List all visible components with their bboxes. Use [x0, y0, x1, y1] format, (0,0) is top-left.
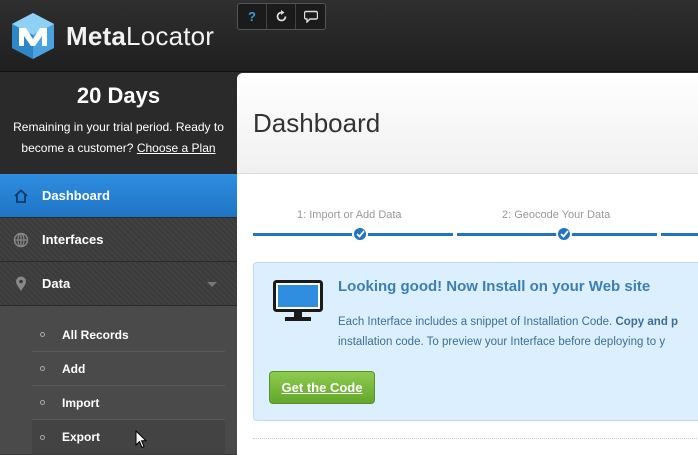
get-the-code-button[interactable]: Get the Code	[269, 371, 375, 404]
sidebar-item-label: Data	[42, 276, 71, 291]
sidebar-item-label: Interfaces	[42, 232, 104, 247]
toolbar: ?	[237, 3, 326, 30]
metalocator-logo-icon	[12, 13, 54, 59]
sidebar-item-data[interactable]: Data	[0, 262, 237, 306]
map-pin-icon	[12, 275, 30, 293]
subnav-item-export[interactable]: Export	[32, 420, 225, 454]
panel-text: Each Interface includes a snippet of Ins…	[338, 316, 679, 348]
main-content: Dashboard 1: Import or Add Data 2: Geoco…	[237, 73, 698, 455]
mouse-cursor-icon	[135, 430, 147, 449]
panel-title: Looking good! Now Install on your Web si…	[338, 278, 651, 295]
trial-days: 20 Days	[76, 83, 161, 108]
trial-text: Remaining in your trial period. Ready to…	[13, 120, 224, 155]
page-header: Dashboard	[237, 73, 698, 174]
step-2-label: 2: Geocode Your Data	[502, 209, 611, 221]
chat-icon[interactable]	[296, 4, 325, 29]
chevron-down-icon	[207, 282, 217, 287]
step-3-line	[661, 233, 698, 236]
bullet-icon	[40, 332, 45, 337]
sidebar-item-interfaces[interactable]: Interfaces	[0, 218, 237, 262]
help-icon[interactable]: ?	[238, 4, 267, 29]
bullet-icon	[40, 366, 45, 371]
logo-text: MetaLocator	[66, 20, 215, 51]
data-subnav: All Records Add Import Export	[0, 306, 237, 454]
step-1-label: 1: Import or Add Data	[297, 209, 402, 221]
bullet-icon	[40, 400, 45, 405]
choose-plan-link[interactable]: Choose a Plan	[137, 141, 216, 155]
sidebar-item-dashboard[interactable]: Dashboard	[0, 174, 237, 218]
subnav-item-all-records[interactable]: All Records	[32, 318, 225, 352]
subnav-item-import[interactable]: Import	[32, 386, 225, 420]
install-panel: Looking good! Now Install on your Web si…	[253, 262, 698, 421]
check-icon	[556, 226, 572, 242]
subnav-item-add[interactable]: Add	[32, 352, 225, 386]
trial-box: 20 Days Remaining in your trial period. …	[0, 73, 237, 174]
sidebar: 20 Days Remaining in your trial period. …	[0, 73, 237, 455]
divider	[253, 438, 698, 439]
top-bar: MetaLocator ?	[0, 0, 698, 72]
sidebar-item-label: Dashboard	[42, 188, 110, 203]
progress-steps: 1: Import or Add Data 2: Geocode Your Da…	[253, 209, 698, 242]
refresh-icon[interactable]	[267, 4, 296, 29]
logo[interactable]: MetaLocator	[10, 12, 214, 60]
globe-icon	[12, 231, 30, 249]
bullet-icon	[40, 434, 45, 440]
home-icon	[12, 187, 30, 205]
monitor-icon	[273, 280, 323, 321]
check-icon	[352, 226, 368, 242]
page-title: Dashboard	[253, 107, 381, 138]
